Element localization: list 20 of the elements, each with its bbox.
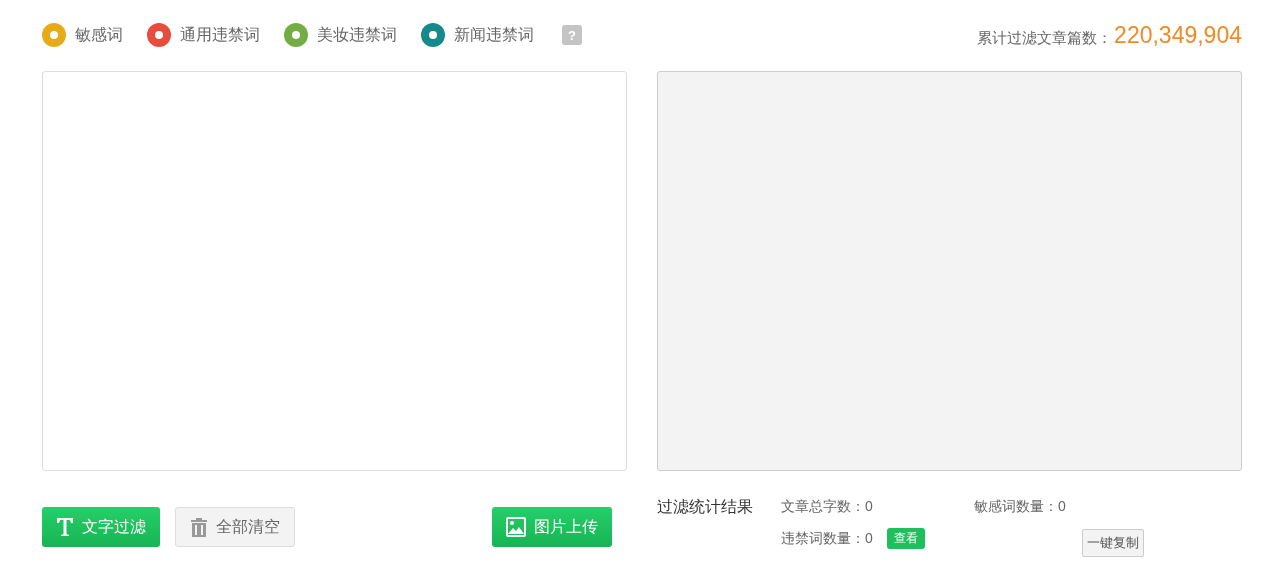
category-label: 通用违禁词 [180,24,260,45]
stat-text: 敏感词数量：0 [974,498,1067,516]
clear-button[interactable]: 全部清空 [175,507,295,547]
stats-title: 过滤统计结果 [657,497,753,517]
category-label: 新闻违禁词 [454,24,534,45]
category-label: 美妆违禁词 [317,24,397,45]
image-icon [506,517,526,537]
stat-text: 文章总字数：0 [781,498,874,516]
help-icon[interactable]: ? [562,25,582,45]
stat-text: 违禁词数量：0 [781,529,873,548]
counter-label: 累计过滤文章篇数： [977,28,1113,48]
trash-icon [190,517,208,537]
upload-button[interactable]: 图片上传 [492,507,612,547]
filter-button[interactable]: 文字过滤 [42,507,160,547]
view-button[interactable]: 查看 [886,528,925,549]
counter-value: 220,349,904 [1114,21,1242,49]
text-icon [56,517,74,537]
input-field[interactable] [42,71,627,471]
category-label: 敏感词 [75,24,123,45]
copy-button[interactable]: 一键复制 [1082,529,1144,557]
